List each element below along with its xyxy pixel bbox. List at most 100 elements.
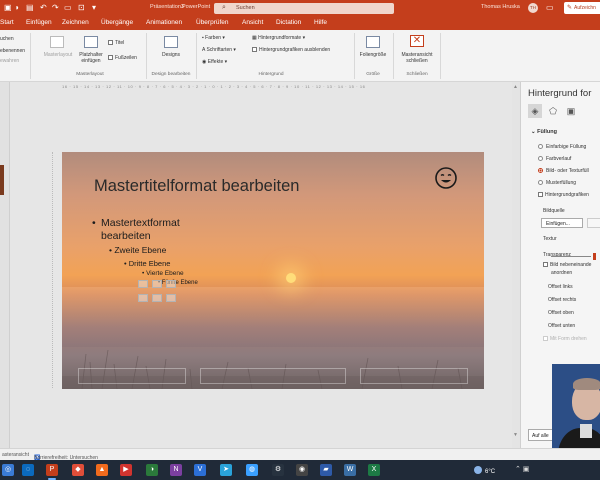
photos-taskbar-icon[interactable]: ◆ xyxy=(72,464,84,476)
picture-tab-icon[interactable]: ▣ xyxy=(564,104,578,118)
undo-icon[interactable]: ↶ xyxy=(40,3,47,12)
zoom-taskbar-icon[interactable]: ▰ xyxy=(320,464,332,476)
slide-title-placeholder[interactable]: Mastertitelformat bearbeiten xyxy=(94,177,299,196)
customize-quick-access-icon[interactable]: ▾ xyxy=(92,3,96,12)
picture-placeholder-icon[interactable] xyxy=(138,294,148,302)
tab-zeichnen[interactable]: Zeichnen xyxy=(62,19,89,26)
effects-label: Effekte xyxy=(207,59,224,65)
slide-thumbnail-pane[interactable] xyxy=(0,82,10,448)
bullet-level-4[interactable]: • Vierte Ebene xyxy=(142,270,184,277)
hide-bg-graphics-label: Hintergrundgrafiken ausblenden xyxy=(259,47,331,53)
powerpoint-taskbar-icon[interactable]: P xyxy=(46,464,58,476)
date-placeholder[interactable] xyxy=(78,368,186,384)
media-taskbar-icon[interactable]: ▶ xyxy=(120,464,132,476)
chrome-taskbar-icon[interactable]: ◎ xyxy=(2,464,14,476)
tab-uebergaenge[interactable]: Übergänge xyxy=(101,19,133,26)
slide-canvas[interactable]: Mastertitelformat bearbeiten • Mastertex… xyxy=(62,152,484,389)
video-placeholder-icon[interactable] xyxy=(166,294,176,302)
remote-taskbar-icon[interactable]: ◍ xyxy=(246,464,258,476)
search-box[interactable]: ⌕ Suchen xyxy=(214,3,394,14)
vlc-taskbar-icon[interactable]: ▲ xyxy=(96,464,108,476)
offset-right-label: Offset rechts xyxy=(548,297,577,303)
slideshow-icon[interactable]: ▭ xyxy=(64,3,72,12)
smiley-icon[interactable] xyxy=(434,166,458,190)
scroll-up-icon[interactable]: ▲ xyxy=(513,84,518,90)
weather-widget[interactable]: 6°C xyxy=(474,466,495,475)
tab-einfuegen[interactable]: Einfügen xyxy=(26,19,52,26)
ribbon-separator xyxy=(393,33,394,79)
smartart-placeholder-icon[interactable] xyxy=(166,280,176,288)
horizontal-ruler: 16 · 15 · 14 · 13 · 12 · 11 · 10 · 9 · 8… xyxy=(62,84,366,89)
ribbon-display-icon[interactable]: ▭ xyxy=(546,3,554,12)
tile-label-line2: anordnen xyxy=(551,270,573,276)
online-picture-placeholder-icon[interactable] xyxy=(152,294,162,302)
transparency-slider-handle[interactable] xyxy=(593,253,596,260)
tile-option[interactable]: Bild nebeneinande xyxy=(543,262,591,268)
table-placeholder-icon[interactable] xyxy=(138,280,148,288)
obs-taskbar-icon[interactable]: ◉ xyxy=(296,464,308,476)
chart-placeholder-icon[interactable] xyxy=(152,280,162,288)
bullet-level-3[interactable]: • Dritte Ebene xyxy=(124,259,170,268)
ribbon-item-rename[interactable]: ebenennen xyxy=(0,48,25,54)
avatar[interactable]: TH xyxy=(528,3,538,13)
app-taskbar-icon[interactable]: ◑ xyxy=(146,464,158,476)
tab-start[interactable]: Start xyxy=(0,19,14,26)
bullet-level-2[interactable]: • Zweite Ebene xyxy=(109,245,166,255)
hide-graphics-option[interactable]: Hintergrundgrafiken xyxy=(538,192,589,198)
rotate-with-shape-option[interactable]: Mit Form drehen xyxy=(543,336,587,342)
fonts-dropdown[interactable]: A Schriftarten ▾ xyxy=(202,47,236,53)
background-formats-dropdown[interactable]: ▦ Hintergrundformate ▾ xyxy=(252,35,305,41)
record-button[interactable]: ✎ Aufzeichn xyxy=(564,2,600,14)
title-checkbox[interactable]: Titel xyxy=(108,40,124,46)
radio-gradient xyxy=(538,156,543,161)
ribbon-item-preserve[interactable]: ewahren xyxy=(0,58,19,64)
redo-icon[interactable]: ↷ xyxy=(52,3,59,12)
effects-tab-icon[interactable]: ⬠ xyxy=(546,104,560,118)
scroll-down-icon[interactable]: ▼ xyxy=(513,432,518,438)
autosave-toggle-icon[interactable]: ◑ xyxy=(14,3,19,12)
gradient-fill-option[interactable]: Farbverlauf xyxy=(538,156,571,162)
footer-checkbox[interactable]: Fußzeilen xyxy=(108,55,137,61)
bullet-level-4-text: Vierte Ebene xyxy=(146,270,184,277)
insert-placeholder-button[interactable]: Platzhalter einfügen xyxy=(72,52,110,64)
tab-animationen[interactable]: Animationen xyxy=(146,19,182,26)
tab-hilfe[interactable]: Hilfe xyxy=(314,19,327,26)
effects-dropdown[interactable]: ◉ Effekte ▾ xyxy=(202,59,227,65)
hide-bg-graphics-box xyxy=(252,47,257,52)
slide-size-button[interactable]: Foliengröße xyxy=(354,52,392,58)
fill-tab-icon[interactable]: ◈ xyxy=(528,104,542,118)
settings-taskbar-icon[interactable]: ⚙ xyxy=(272,464,284,476)
save-icon[interactable]: ▤ xyxy=(26,3,34,12)
colors-dropdown[interactable]: ▪ Farben ▾ xyxy=(202,35,225,41)
insert-image-button[interactable]: Einfügen... xyxy=(541,218,583,228)
edge-taskbar-icon[interactable]: ◌ xyxy=(22,464,34,476)
bullet-level-1[interactable]: • Mastertextformat bearbeiten xyxy=(92,217,212,243)
footer-placeholder[interactable] xyxy=(200,368,346,384)
from-beginning-icon[interactable]: ⊡ xyxy=(78,3,85,12)
designs-button[interactable]: Designs xyxy=(154,52,188,58)
tab-dictation[interactable]: Dictation xyxy=(276,19,301,26)
system-tray[interactable]: ⌃ ▣ xyxy=(515,465,529,473)
tab-ansicht[interactable]: Ansicht xyxy=(242,19,263,26)
excel-taskbar-icon[interactable]: X xyxy=(368,464,380,476)
onenote-taskbar-icon[interactable]: N xyxy=(170,464,182,476)
colors-label: Farben xyxy=(205,35,222,41)
close-master-view-button[interactable]: Masteransicht schließen xyxy=(396,52,438,64)
visio-taskbar-icon[interactable]: V xyxy=(194,464,206,476)
word-taskbar-icon[interactable]: W xyxy=(344,464,356,476)
sun-image xyxy=(286,273,296,283)
clipboard-button[interactable] xyxy=(587,218,600,228)
picture-fill-option[interactable]: Bild- oder Texturfüll xyxy=(538,168,589,174)
solid-fill-option[interactable]: Einfarbige Füllung xyxy=(538,144,586,150)
pattern-fill-option[interactable]: Musterfüllung xyxy=(538,180,576,186)
bullet-level-1-text: Mastertextformat bearbeiten xyxy=(101,217,180,242)
telegram-taskbar-icon[interactable]: ➤ xyxy=(220,464,232,476)
tab-ueberpruefen[interactable]: Überprüfen xyxy=(196,19,229,26)
fill-section-header[interactable]: ⌄ Füllung xyxy=(531,129,557,135)
hide-bg-graphics-checkbox[interactable]: Hintergrundgrafiken ausblenden xyxy=(252,47,330,53)
hide-graphics-label: Hintergrundgrafiken xyxy=(545,192,589,198)
ribbon-item-search[interactable]: uchen xyxy=(0,36,14,42)
transparency-slider[interactable] xyxy=(551,256,591,257)
slide-number-placeholder[interactable] xyxy=(360,368,468,384)
editor-scrollbar[interactable]: ▲ ▼ xyxy=(512,82,520,448)
